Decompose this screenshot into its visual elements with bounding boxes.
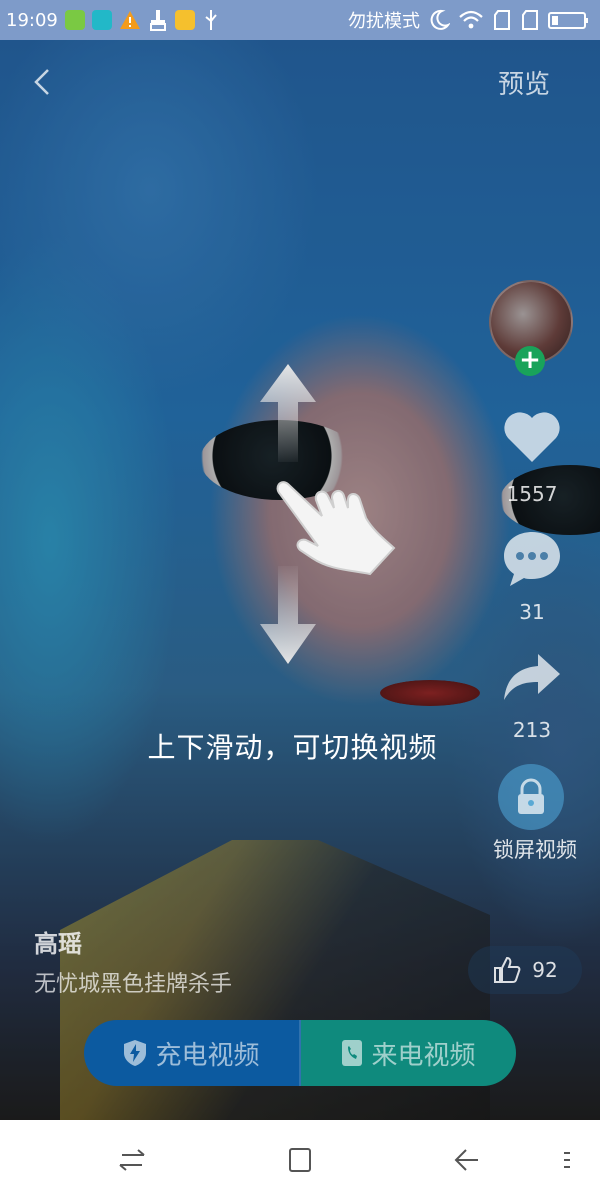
charge-video-button[interactable]: 充电视频 — [84, 1020, 301, 1086]
notification-app-icon — [64, 10, 85, 30]
arrow-up-icon — [260, 364, 316, 462]
sim-signal-icon — [494, 10, 510, 30]
usb-icon — [205, 10, 217, 30]
lock-icon — [518, 778, 544, 814]
wifi-icon — [459, 10, 483, 29]
call-video-button[interactable]: 来电视频 — [301, 1020, 516, 1086]
share-icon[interactable] — [500, 644, 564, 708]
preview-button[interactable]: 预览 — [498, 64, 550, 101]
swipe-hand-icon — [276, 481, 396, 576]
heart-icon[interactable] — [500, 406, 564, 470]
folder-icon — [174, 10, 195, 30]
video-actions: 充电视频 来电视频 — [84, 1020, 516, 1086]
status-bar: 19:09 勿扰模式 — [0, 0, 600, 40]
call-video-label: 来电视频 — [371, 1040, 476, 1071]
switch-apps-icon[interactable] — [112, 1142, 152, 1178]
back-icon[interactable] — [28, 62, 58, 102]
author-name[interactable]: 高瑶 — [34, 924, 82, 959]
notification-app-icon — [91, 10, 112, 30]
arrow-down-icon — [260, 566, 316, 664]
thumbs-up-button[interactable]: 92 — [468, 946, 582, 994]
broom-icon — [149, 10, 166, 31]
lock-screen-label: 锁屏视频 — [493, 838, 577, 862]
system-nav-bar — [0, 1120, 600, 1200]
home-icon[interactable] — [280, 1142, 320, 1178]
charge-video-label: 充电视频 — [155, 1040, 260, 1071]
thumbs-up-icon — [494, 956, 521, 983]
comment-count: 31 — [519, 600, 545, 624]
moon-icon — [430, 9, 450, 30]
phone-icon — [342, 1040, 363, 1066]
status-time: 19:09 — [6, 9, 58, 31]
sim-signal-icon — [522, 10, 538, 30]
like-count: 1557 — [506, 482, 558, 506]
dnd-mode-text: 勿扰模式 — [348, 11, 420, 32]
follow-plus-icon[interactable]: + — [515, 346, 545, 376]
back-nav-icon[interactable] — [446, 1142, 486, 1178]
video-description: 无忧城黑色挂牌杀手 — [34, 972, 233, 997]
comment-icon[interactable] — [500, 526, 564, 590]
thumbs-up-count: 92 — [532, 958, 558, 982]
charge-shield-icon — [124, 1040, 147, 1066]
warning-icon — [119, 11, 140, 29]
battery-icon — [548, 12, 588, 29]
menu-icon[interactable] — [552, 1142, 580, 1178]
swipe-guide-text: 上下滑动，可切换视频 — [147, 731, 438, 764]
